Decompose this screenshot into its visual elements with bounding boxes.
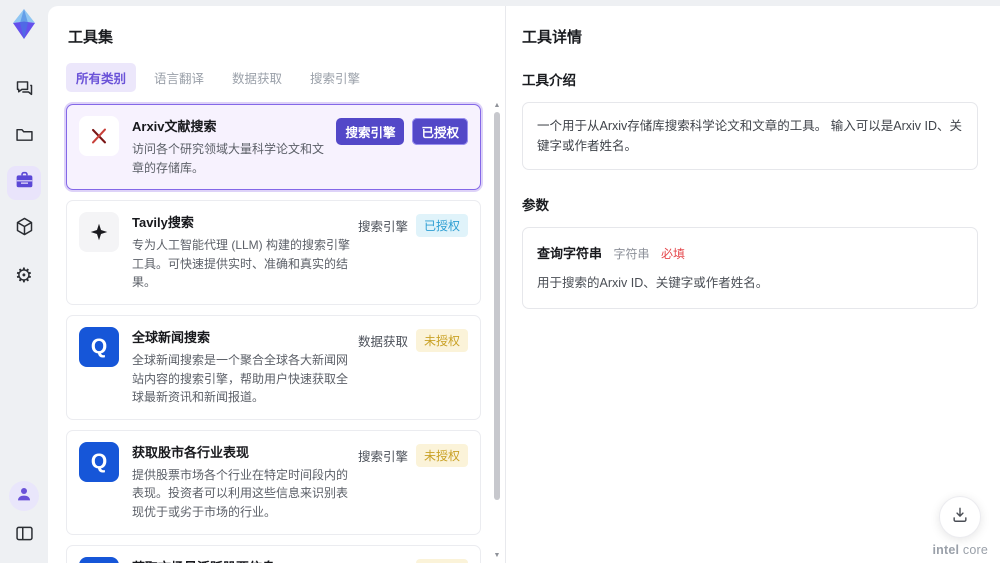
global-news-icon: Q xyxy=(79,326,119,367)
scroll-down-arrow[interactable]: ▼ xyxy=(492,552,502,559)
arxiv-icon xyxy=(79,116,119,156)
tool-description: 专为人工智能代理 (LLM) 构建的搜索引擎工具。可快速提供实时、准确和真实的结… xyxy=(132,238,351,290)
auth-badge: 已授权 xyxy=(415,214,468,238)
tavily-icon xyxy=(79,212,119,253)
auth-badge: 未授权 xyxy=(415,558,468,563)
tool-card-tavily[interactable]: Tavily搜索 专为人工智能代理 (LLM) 构建的搜索引擎工具。可快速提供实… xyxy=(66,200,481,305)
briefcase-icon xyxy=(14,170,35,196)
auth-badge: 未授权 xyxy=(415,328,468,352)
collapse-sidebar-button[interactable] xyxy=(7,519,41,553)
chat-icon xyxy=(14,78,35,104)
param-name: 查询字符串 xyxy=(537,246,603,261)
cube-icon xyxy=(14,216,35,242)
sidebar-item-tools[interactable] xyxy=(7,166,41,200)
detail-title: 工具详情 xyxy=(522,29,583,46)
main-content: 工具集 所有类别 语言翻译 数据获取 搜索引擎 Arxiv文献搜索 访问各个研究… xyxy=(48,6,1000,563)
sidebar-bottom xyxy=(7,481,41,563)
param-description: 用于搜索的Arxiv ID、关键字或作者姓名。 xyxy=(537,276,769,290)
tab-data-fetch[interactable]: 数据获取 xyxy=(222,63,292,92)
tab-all-categories[interactable]: 所有类别 xyxy=(66,63,137,92)
sidebar-item-chat[interactable] xyxy=(7,74,41,108)
tab-search-engine[interactable]: 搜索引擎 xyxy=(300,63,370,92)
sidebar-item-models[interactable] xyxy=(7,212,41,246)
parameter-card: 查询字符串 字符串 必填 用于搜索的Arxiv ID、关键字或作者姓名。 xyxy=(522,227,978,309)
category-badge: 搜索引擎 xyxy=(357,449,408,464)
scrollbar[interactable]: ▲ ▼ xyxy=(492,102,502,559)
stock-sector-icon: Q xyxy=(79,441,119,482)
user-icon xyxy=(15,485,33,508)
tool-detail-pane: 工具详情 工具介绍 一个用于从Arxiv存储库搜索科学论文和文章的工具。 输入可… xyxy=(506,6,1000,563)
user-avatar-button[interactable] xyxy=(9,481,39,511)
sidebar-item-files[interactable] xyxy=(7,120,41,154)
sidebar: ⚙ xyxy=(0,0,48,563)
app-logo-icon xyxy=(8,8,40,40)
gear-icon: ⚙ xyxy=(15,263,33,287)
params-heading: 参数 xyxy=(522,198,549,213)
category-badge: 搜索引擎 xyxy=(336,118,405,145)
auth-badge: 未授权 xyxy=(415,443,468,467)
category-tabs: 所有类别 语言翻译 数据获取 搜索引擎 xyxy=(66,63,491,92)
tool-description: 全球新闻搜索是一个聚合全球各大新闻网站内容的搜索引擎，帮助用户快速获取全球最新资… xyxy=(132,352,349,405)
download-icon xyxy=(950,505,970,530)
tool-list-pane: 工具集 所有类别 语言翻译 数据获取 搜索引擎 Arxiv文献搜索 访问各个研究… xyxy=(48,6,505,563)
download-button[interactable] xyxy=(939,496,982,538)
tool-name: Arxiv文献搜索 xyxy=(132,119,217,134)
folder-icon xyxy=(14,124,35,150)
tool-name: 获取市场最活跃股票信息 xyxy=(132,557,352,563)
scrollbar-thumb[interactable] xyxy=(494,112,500,500)
tool-description: 提供股票市场各个行业在特定时间段内的表现。投资者可以利用这些信息来识别表现优于或… xyxy=(132,467,349,519)
app-window: ⚙ 工具集 所有类别 语言翻译 数据获取 搜索引擎 Arxiv文献搜索 访问各个… xyxy=(0,0,1000,563)
page-title: 工具集 xyxy=(68,29,114,46)
intel-core-logo: intel core xyxy=(932,543,988,557)
category-badge: 数据获取 xyxy=(357,334,408,349)
tool-name: Tavily搜索 xyxy=(132,215,194,231)
tool-name: 全球新闻搜索 xyxy=(132,329,211,345)
category-badge: 搜索引擎 xyxy=(357,220,408,235)
tool-card-sector-performance[interactable]: Q 获取股市各行业表现 提供股票市场各个行业在特定时间段内的表现。投资者可以利用… xyxy=(66,429,481,535)
corner-widget: intel core xyxy=(932,496,988,557)
tool-description: 访问各个研究领域大量科学论文和文章的存储库。 xyxy=(132,142,325,175)
scroll-up-arrow[interactable]: ▲ xyxy=(492,102,502,109)
tool-card-list: Arxiv文献搜索 访问各个研究领域大量科学论文和文章的存储库。 搜索引擎 已授… xyxy=(66,104,491,563)
intro-heading: 工具介绍 xyxy=(522,73,576,88)
tool-intro-text: 一个用于从Arxiv存储库搜索科学论文和文章的工具。 输入可以是Arxiv ID… xyxy=(522,102,978,170)
active-stocks-icon: Q xyxy=(79,556,119,563)
auth-badge: 已授权 xyxy=(412,118,468,145)
sidebar-item-settings[interactable]: ⚙ xyxy=(7,258,41,292)
tab-language-translation[interactable]: 语言翻译 xyxy=(144,63,214,92)
tool-name: 获取股市各行业表现 xyxy=(132,444,250,460)
tool-card-active-stocks[interactable]: Q 获取市场最活跃股票信息 提供当天交易量最高的股票列表，投资者可以利用这些信息… xyxy=(66,544,481,563)
tool-card-arxiv[interactable]: Arxiv文献搜索 访问各个研究领域大量科学论文和文章的存储库。 搜索引擎 已授… xyxy=(66,104,481,191)
param-required-badge: 必填 xyxy=(660,247,685,261)
tool-card-global-news[interactable]: Q 全球新闻搜索 全球新闻搜索是一个聚合全球各大新闻网站内容的搜索引擎，帮助用户… xyxy=(66,314,481,420)
panel-layout-icon xyxy=(14,523,35,549)
param-type: 字符串 xyxy=(613,247,650,261)
